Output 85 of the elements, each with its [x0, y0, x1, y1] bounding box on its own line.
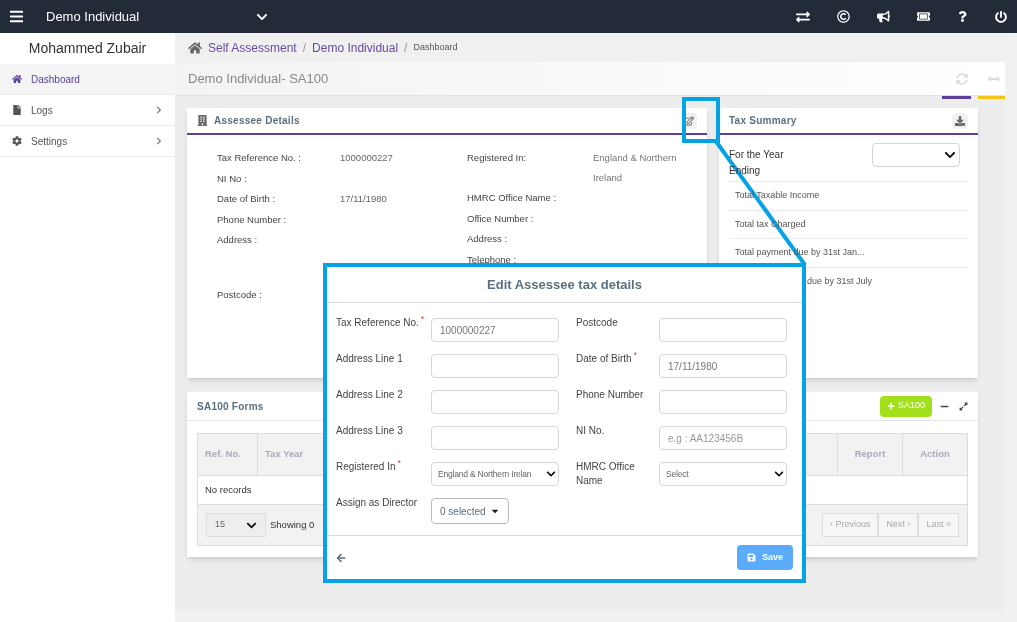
input-field[interactable] [431, 354, 559, 378]
page-title: Demo Individual- SA100 [188, 69, 329, 88]
detail-label: Phone Number : [217, 212, 288, 227]
card-title: Tax Summary [729, 114, 797, 128]
callout-highlight [682, 97, 720, 143]
required-mark: * [420, 315, 425, 324]
chevron-down-icon [774, 469, 784, 479]
menu-icon[interactable] [9, 9, 24, 24]
dropdown-button[interactable]: 0 selected [431, 498, 509, 524]
top-bar-title: Demo Individual [46, 7, 141, 26]
breadcrumb-separator: / [404, 39, 408, 57]
download-icon [955, 115, 965, 126]
detail-label: Registered In: [467, 151, 528, 165]
field-label: Phone Number [576, 388, 644, 402]
detail-label: Telephone : [467, 252, 518, 267]
detail-label: Postcode : [217, 288, 263, 302]
select-field[interactable]: England & Northern Irelan [431, 462, 559, 486]
power-icon[interactable] [995, 10, 1007, 23]
empty-message: No records [205, 482, 252, 497]
summary-row-label: due by 31st July [807, 275, 873, 288]
detail-label: Address : [217, 233, 259, 247]
detail-value: 17/11/1980 [340, 192, 387, 206]
field-label: Address Line 2 [336, 388, 403, 402]
home-icon [12, 74, 22, 84]
detail-label: Office Number : [467, 211, 535, 226]
column-header: Action [919, 447, 951, 462]
breadcrumb-link[interactable]: Demo Individual [312, 38, 399, 57]
summary-row-label: Total Taxable Income [735, 189, 820, 202]
breadcrumb-link[interactable]: Self Assessment [208, 38, 297, 57]
required-mark: * [397, 459, 401, 468]
download-button[interactable] [952, 112, 968, 129]
plus-icon [886, 402, 895, 410]
chevron-down-icon [944, 149, 956, 161]
card-title: SA100 Forms [197, 399, 264, 414]
field-label: Address Line 3 [336, 424, 403, 438]
field-label: Date of Birth [576, 352, 632, 366]
column-header: Report [838, 434, 903, 475]
column-header: Ref. No. [198, 434, 258, 475]
accent-bar [978, 96, 1005, 99]
detail-value: 1000000227 [340, 151, 393, 165]
megaphone-icon[interactable] [877, 10, 890, 23]
copyright-icon[interactable] [837, 10, 850, 23]
input-field[interactable]: e.g : AA123456B [659, 426, 787, 450]
page-size-select[interactable]: 15 [206, 513, 266, 537]
detail-value: England & Northern Ireland [593, 151, 678, 185]
save-icon [746, 553, 756, 562]
sidebar-item[interactable]: Dashboard [0, 64, 175, 95]
gear-icon [12, 136, 22, 146]
help-icon[interactable] [957, 11, 968, 22]
input-field[interactable] [659, 318, 787, 342]
input-field[interactable] [431, 426, 559, 450]
ticket-icon[interactable] [917, 10, 930, 23]
input-field[interactable] [659, 390, 787, 414]
detail-label: NI No : [217, 171, 248, 186]
field-label: Assign as Director [336, 496, 418, 510]
file-icon [12, 105, 22, 115]
input-field[interactable]: 17/11/1980 [659, 354, 787, 378]
field-label: Registered In [336, 460, 396, 474]
home-icon[interactable] [188, 40, 202, 55]
user-name: Mohammed Zubair [27, 39, 148, 58]
detail-label: Tax Reference No. : [217, 151, 302, 165]
field-label: Tax Reference No. [336, 316, 419, 330]
showing-text: Showing 0 [270, 517, 315, 532]
field-label: Address Line 1 [336, 352, 403, 366]
detail-label: Date of Birth : [217, 192, 277, 206]
detail-label: HMRC Office Name : [467, 191, 558, 205]
exchange-icon[interactable] [796, 9, 810, 24]
detail-label: Address : [467, 232, 509, 246]
select-field[interactable]: Select [659, 462, 787, 486]
edit-icon [684, 115, 694, 126]
breadcrumb-current: Dashboard [413, 40, 458, 54]
chevron-down-icon [546, 469, 556, 479]
input-field[interactable] [431, 390, 559, 414]
back-arrow-icon[interactable] [336, 552, 346, 563]
breadcrumb-separator: / [302, 39, 307, 57]
expand-icon[interactable] [959, 401, 968, 411]
card-title: Assessee Details [214, 114, 300, 128]
building-icon [197, 115, 208, 126]
dialog-title: Edit Assessee tax details [487, 275, 642, 294]
field-label: Postcode [576, 316, 618, 330]
field-label: HMRC Office Name [576, 460, 636, 488]
input-field[interactable]: 1000000227 [431, 318, 559, 342]
required-mark: * [633, 351, 638, 360]
accent-bar [942, 96, 971, 99]
field-label: NI No. [576, 424, 605, 438]
